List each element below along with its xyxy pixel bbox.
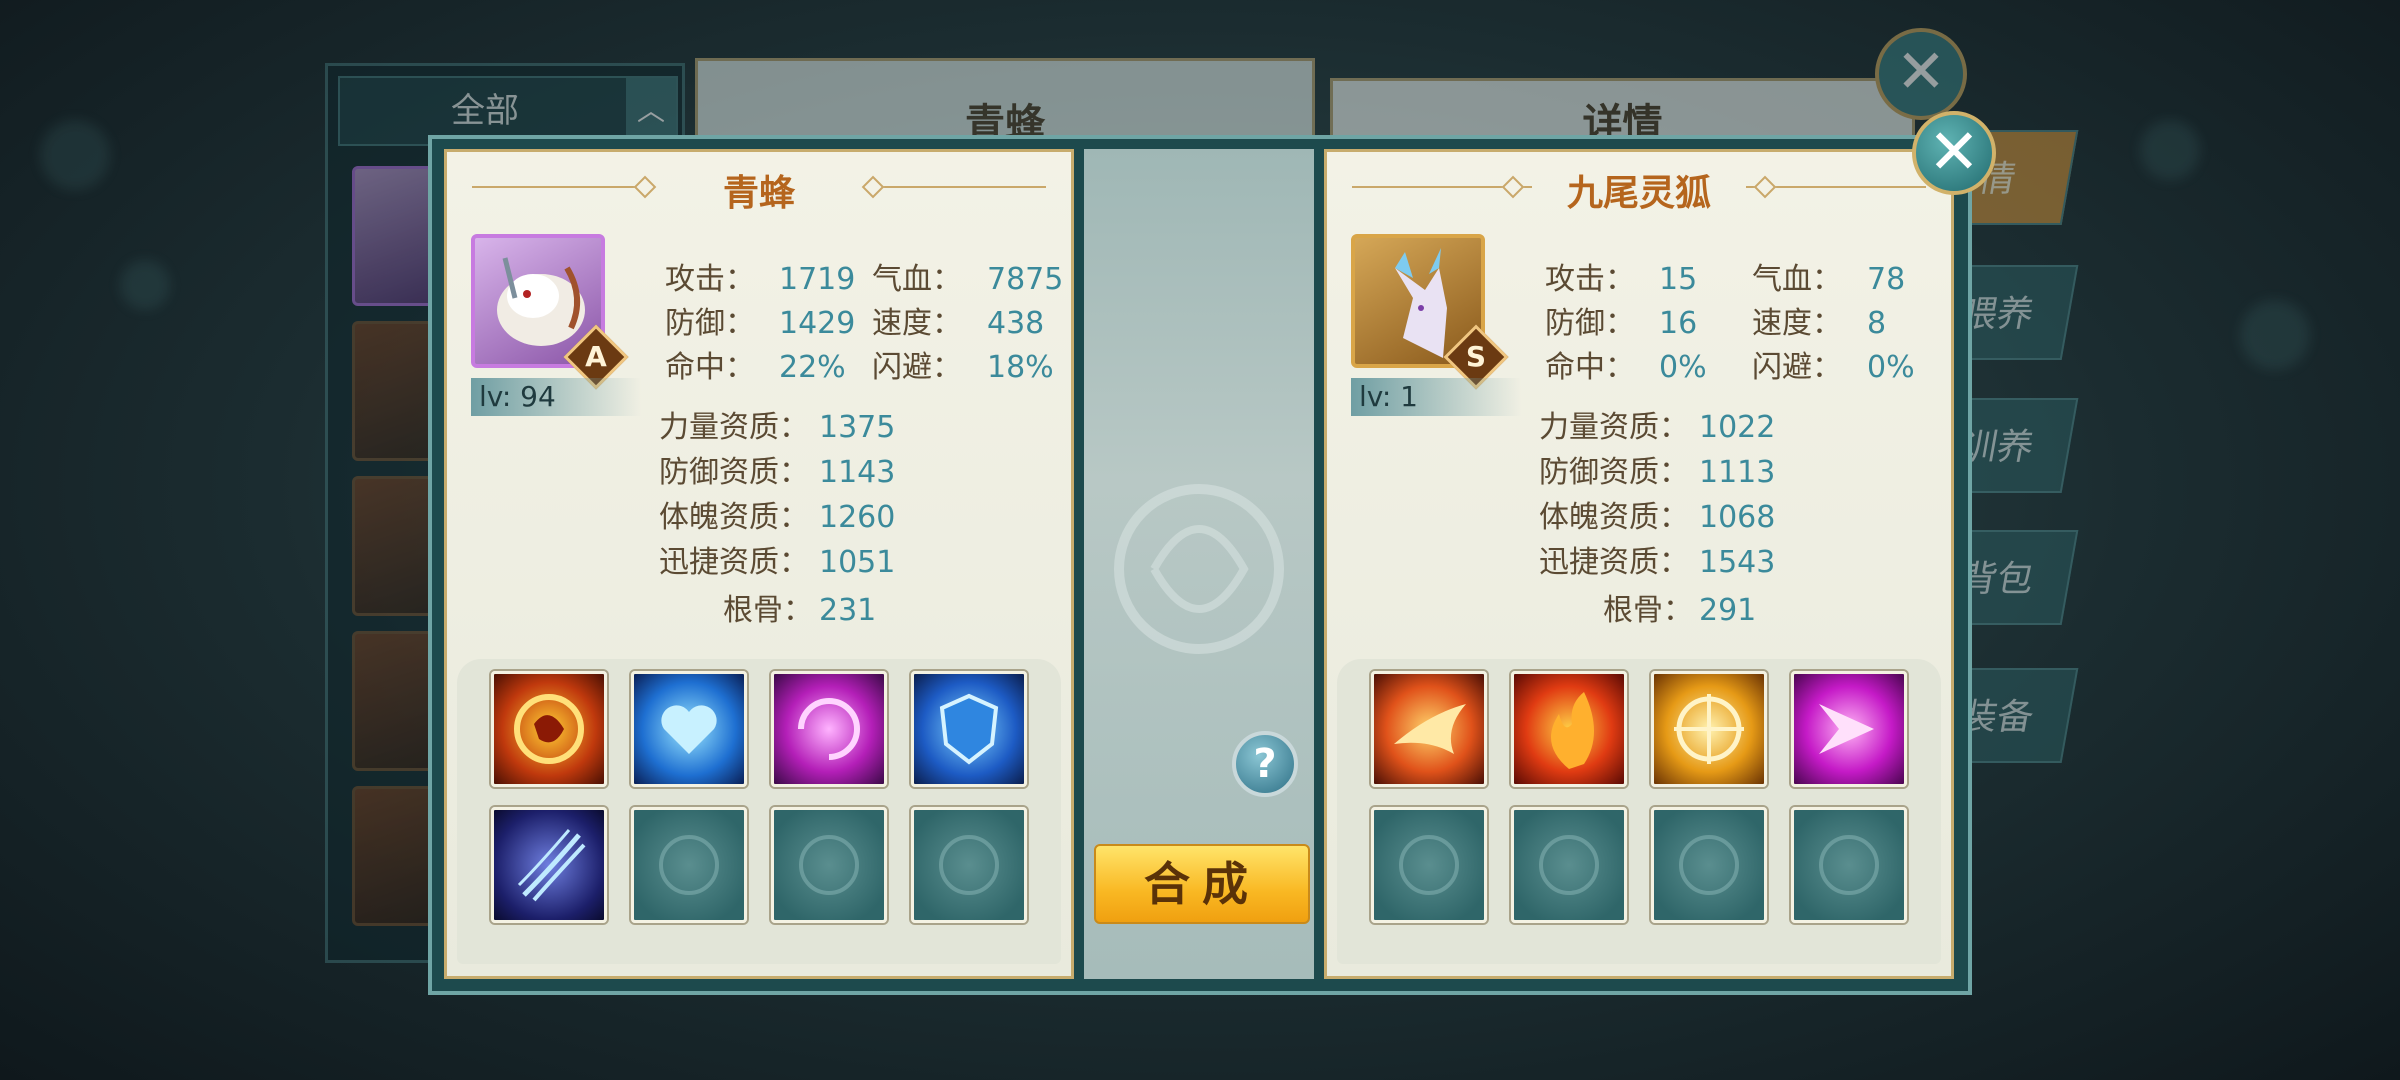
left-pet-card: 青蜂 A lv: 94 攻击： 1719 气血： 7875 防御： 1429 速… — [444, 149, 1074, 979]
aptitude-value-physique: 1068 — [1699, 500, 1776, 535]
aptitude-value-agility: 1051 — [819, 545, 896, 580]
stat-value-speed: 8 — [1867, 306, 1887, 341]
aptitude-value-agility: 1543 — [1699, 545, 1776, 580]
phoenix-skill-icon[interactable] — [1371, 671, 1487, 787]
left-skill-panel — [457, 659, 1061, 964]
aptitude-value-root: 291 — [1699, 593, 1757, 628]
left-pet-grade: A — [585, 340, 607, 373]
right-skill-panel — [1337, 659, 1941, 964]
stat-label-defense: 防御： — [1545, 306, 1635, 341]
stat-value-speed: 438 — [987, 306, 1045, 341]
left-pet-level: lv: 94 — [471, 378, 641, 416]
aptitude-value-defense: 1113 — [1699, 455, 1776, 490]
empty-skill-slot[interactable] — [1511, 807, 1627, 923]
aptitude-label-strength: 力量资质： — [1539, 410, 1689, 445]
stat-value-hp: 7875 — [987, 262, 1064, 297]
ice-heart-skill-icon[interactable] — [631, 671, 747, 787]
right-pet-card: 九尾灵狐 S lv: 1 攻击： 15 气血： 78 防御： 16 速度： 8 … — [1324, 149, 1954, 979]
blue-shield-skill-icon[interactable] — [911, 671, 1027, 787]
stat-value-hp: 78 — [1867, 262, 1906, 297]
aptitude-value-strength: 1022 — [1699, 410, 1776, 445]
stat-value-hit: 22% — [779, 350, 846, 385]
aptitude-label-physique: 体魄资质： — [1539, 500, 1689, 535]
right-pet-name: 九尾灵狐 — [1566, 173, 1711, 214]
background-close-button[interactable]: ✕ — [1875, 28, 1967, 120]
background-light-spot — [2240, 300, 2310, 370]
stat-value-defense: 16 — [1659, 306, 1698, 341]
stat-label-speed: 速度： — [1752, 306, 1842, 341]
stat-label-dodge: 闪避： — [1752, 350, 1842, 385]
stat-value-defense: 1429 — [779, 306, 856, 341]
stat-label-hp: 气血： — [1752, 262, 1842, 297]
stat-value-hit: 0% — [1659, 350, 1707, 385]
aptitude-value-defense: 1143 — [819, 455, 896, 490]
aptitude-label-strength: 力量资质： — [659, 410, 809, 445]
stat-label-attack: 攻击： — [1545, 262, 1635, 297]
empty-skill-slot[interactable] — [911, 807, 1027, 923]
background-light-spot — [2140, 120, 2200, 180]
purple-vortex-skill-icon[interactable] — [771, 671, 887, 787]
left-pet-name: 青蜂 — [722, 173, 795, 214]
stat-label-defense: 防御： — [665, 306, 755, 341]
golden-wheel-skill-icon[interactable] — [1651, 671, 1767, 787]
help-button[interactable]: ? — [1232, 731, 1298, 797]
background-light-spot — [120, 260, 170, 310]
empty-skill-slot[interactable] — [1371, 807, 1487, 923]
empty-skill-slot[interactable] — [1651, 807, 1767, 923]
stat-value-dodge: 0% — [1867, 350, 1915, 385]
stat-label-attack: 攻击： — [665, 262, 755, 297]
aptitude-value-physique: 1260 — [819, 500, 896, 535]
flame-skill-icon[interactable] — [1511, 671, 1627, 787]
claw-slash-skill-icon[interactable] — [491, 807, 607, 923]
aptitude-label-root: 根骨： — [723, 593, 813, 628]
pink-arrow-skill-icon[interactable] — [1791, 671, 1907, 787]
background-light-spot — [40, 120, 110, 190]
empty-skill-slot[interactable] — [631, 807, 747, 923]
pet-merge-dialog: 青蜂 A lv: 94 攻击： 1719 气血： 7875 防御： 1429 速… — [428, 111, 1996, 995]
right-pet-grade: S — [1465, 340, 1487, 373]
empty-skill-slot[interactable] — [1791, 807, 1907, 923]
stat-label-dodge: 闪避： — [872, 350, 962, 385]
stat-label-speed: 速度： — [872, 306, 962, 341]
merge-button[interactable]: 合成 — [1094, 844, 1310, 924]
aptitude-label-root: 根骨： — [1603, 593, 1693, 628]
right-pet-level: lv: 1 — [1351, 378, 1521, 416]
aptitude-label-physique: 体魄资质： — [659, 500, 809, 535]
stat-label-hp: 气血： — [872, 262, 962, 297]
close-button[interactable]: ✕ — [1912, 111, 1996, 195]
empty-skill-slot[interactable] — [771, 807, 887, 923]
aptitude-label-agility: 迅捷资质： — [659, 545, 809, 580]
fire-orb-skill-icon[interactable] — [491, 671, 607, 787]
stat-label-hit: 命中： — [665, 350, 755, 385]
stat-value-attack: 15 — [1659, 262, 1698, 297]
stat-value-attack: 1719 — [779, 262, 856, 297]
aptitude-value-root: 231 — [819, 593, 877, 628]
aptitude-label-agility: 迅捷资质： — [1539, 545, 1689, 580]
aptitude-label-defense: 防御资质： — [659, 455, 809, 490]
stat-value-dodge: 18% — [987, 350, 1054, 385]
stat-label-hit: 命中： — [1545, 350, 1635, 385]
aptitude-label-defense: 防御资质： — [1539, 455, 1689, 490]
aptitude-value-strength: 1375 — [819, 410, 896, 445]
